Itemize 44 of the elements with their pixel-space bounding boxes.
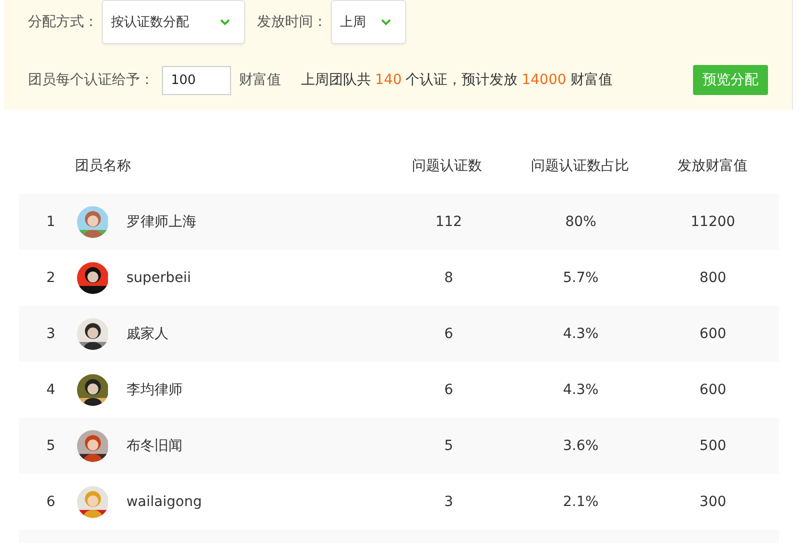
chevron-icon	[220, 18, 230, 26]
method-label: 分配方式：	[28, 13, 98, 31]
summary-text: 上周团队共 140 个认证，预计发放 14000 财富值	[301, 71, 612, 89]
rank-cell-text: 5	[45, 438, 56, 454]
method-select[interactable]: 按认证数分配	[102, 0, 245, 44]
member-name: 布冬旧闻	[125, 437, 184, 455]
count-cell-text: 112	[434, 214, 464, 230]
rank-cell-text: 6	[45, 494, 56, 510]
time-label: 发放时间：	[257, 13, 327, 31]
column-header: 问题认证数占比	[530, 156, 630, 174]
share-cell-text: 4.3%	[562, 326, 600, 342]
share-cell-text: 4.3%	[562, 382, 600, 398]
time-select[interactable]: 上周	[331, 0, 406, 44]
member-name: 戚家人	[125, 325, 170, 343]
wealth-cell-text: 600	[698, 326, 728, 342]
wealth-cell-text: 600	[698, 382, 728, 398]
share-cell-text: 2.1%	[562, 494, 600, 510]
count-cell-text: 6	[443, 326, 454, 342]
column-header: 发放财富值	[676, 156, 749, 174]
member-name: 罗律师上海	[125, 213, 198, 231]
member-name: superbeii	[125, 270, 192, 286]
count-cell-text: 3	[443, 494, 454, 510]
rank-cell-text: 4	[45, 382, 56, 398]
chevron-icon	[381, 18, 391, 26]
wealth-cell-text: 800	[698, 270, 728, 286]
rank-cell-text: 1	[45, 214, 56, 230]
share-cell-text: 3.6%	[562, 438, 600, 454]
wealth-cell-text: 300	[698, 494, 728, 510]
wealth-cell-text: 500	[698, 438, 728, 454]
count-cell-text: 8	[443, 270, 454, 286]
amount-field[interactable]: 100	[162, 66, 231, 94]
allocation-label: 团员每个认证给予：	[28, 71, 154, 89]
share-cell-text: 80%	[564, 214, 598, 230]
count-cell-text: 6	[443, 382, 454, 398]
wealth-cell-text: 11200	[690, 214, 736, 230]
count-cell-text: 5	[443, 438, 454, 454]
share-cell-text: 5.7%	[562, 270, 600, 286]
column-header: 问题认证数	[410, 156, 483, 174]
member-name: wailaigong	[125, 494, 203, 510]
member-name: 李均律师	[125, 381, 184, 399]
rank-cell-text: 2	[45, 270, 56, 286]
unit-label: 财富值	[239, 71, 281, 89]
rank-cell-text: 3	[45, 326, 56, 342]
column-header: 团员名称	[74, 156, 132, 174]
